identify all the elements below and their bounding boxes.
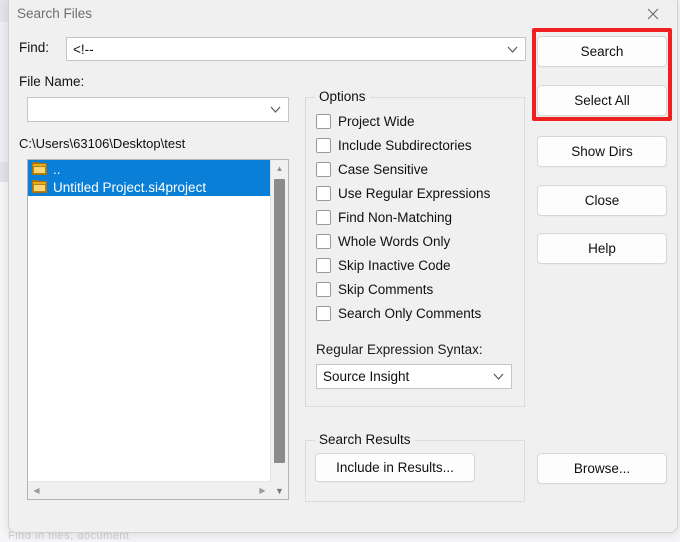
chevron-down-icon[interactable] [266,106,284,113]
list-item[interactable]: Untitled Project.si4project [28,178,271,196]
checkbox-search-only-comments[interactable]: Search Only Comments [316,306,481,321]
select-all-button[interactable]: Select All [537,85,667,116]
find-input[interactable]: <!-- [66,37,526,61]
page-title: Search Files [17,6,93,21]
checkbox-icon[interactable] [316,162,331,177]
help-button[interactable]: Help [537,233,667,264]
checkbox-label: Project Wide [338,114,415,129]
checkbox-use-regular-expressions[interactable]: Use Regular Expressions [316,186,490,201]
checkbox-label: Use Regular Expressions [338,186,491,201]
checkbox-icon[interactable] [316,114,331,129]
checkbox-label: Case Sensitive [338,162,429,177]
options-legend: Options [315,89,370,104]
checkbox-project-wide[interactable]: Project Wide [316,114,415,129]
checkbox-label: Find Non-Matching [338,210,453,225]
search-button[interactable]: Search [537,36,667,67]
checkbox-find-non-matching[interactable]: Find Non-Matching [316,210,452,225]
checkbox-icon[interactable] [316,282,331,297]
checkbox-whole-words-only[interactable]: Whole Words Only [316,234,450,249]
close-icon[interactable] [631,0,675,28]
vertical-scrollbar[interactable]: ▲ [270,160,288,482]
checkbox-icon[interactable] [316,138,331,153]
find-label: Find: [19,40,50,55]
regex-syntax-label: Regular Expression Syntax: [316,342,483,357]
checkbox-icon[interactable] [316,186,331,201]
list-item[interactable]: .. [28,160,271,178]
checkbox-label: Skip Inactive Code [338,258,451,273]
triangle-up-icon[interactable]: ▲ [271,160,288,177]
checkbox-skip-inactive-code[interactable]: Skip Inactive Code [316,258,451,273]
triangle-down-icon[interactable]: ▼ [271,482,288,499]
checkbox-label: Include Subdirectories [338,138,472,153]
triangle-left-icon[interactable]: ◀ [28,486,45,495]
file-name-input[interactable] [27,97,289,122]
title-bar: Search Files [9,0,677,30]
checkbox-label: Search Only Comments [338,306,482,321]
file-list-items: .. Untitled Project.si4project [28,160,271,482]
list-item-label: Untitled Project.si4project [53,179,207,195]
file-list[interactable]: .. Untitled Project.si4project ▲ ◀ ▶ ▼ [27,159,289,500]
list-item-label: .. [53,161,61,177]
options-group: Options Project Wide Include Subdirector… [305,89,525,407]
horizontal-scrollbar[interactable]: ◀ ▶ [28,481,271,499]
checkbox-skip-comments[interactable]: Skip Comments [316,282,433,297]
triangle-right-icon[interactable]: ▶ [254,486,271,495]
checkbox-case-sensitive[interactable]: Case Sensitive [316,162,428,177]
show-dirs-button[interactable]: Show Dirs [537,136,667,167]
close-button[interactable]: Close [537,185,667,216]
search-results-legend: Search Results [315,432,415,447]
chevron-down-icon[interactable] [489,373,507,380]
checkbox-icon[interactable] [316,306,331,321]
checkbox-icon[interactable] [316,258,331,273]
include-in-results-button[interactable]: Include in Results... [315,453,475,482]
checkbox-label: Whole Words Only [338,234,451,249]
checkbox-icon[interactable] [316,210,331,225]
checkbox-label: Skip Comments [338,282,434,297]
search-files-dialog: Search Files Find: <!-- File Name: C:\Us… [8,0,678,533]
current-path: C:\Users\63106\Desktop\test [19,136,186,151]
regex-syntax-select[interactable]: Source Insight [316,364,512,389]
folder-icon [32,162,48,176]
checkbox-icon[interactable] [316,234,331,249]
scrollbar-thumb[interactable] [274,179,285,463]
find-input-value: <!-- [73,41,94,57]
folder-icon [32,180,48,194]
chevron-down-icon[interactable] [503,46,521,53]
checkbox-include-subdirectories[interactable]: Include Subdirectories [316,138,472,153]
browse-button[interactable]: Browse... [537,453,667,484]
regex-syntax-value: Source Insight [323,369,410,384]
file-name-label: File Name: [19,74,85,89]
